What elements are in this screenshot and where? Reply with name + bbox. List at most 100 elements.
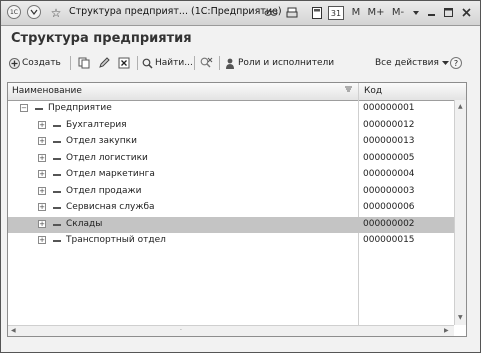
table-row[interactable]: + Отдел маркетинга 000000004 [8,167,454,183]
memory-plus-button[interactable]: M+ [367,5,385,20]
copy-button[interactable] [78,53,90,73]
memory-minus-button[interactable]: M- [390,5,406,20]
horizontal-scrollbar[interactable]: ◀ · ▶ [8,325,454,336]
row-code: 000000013 [363,136,415,146]
minimize-icon[interactable] [425,5,437,20]
calculator-icon[interactable] [310,5,324,20]
table-row[interactable]: + Отдел закупки 000000013 [8,134,454,150]
edit-button[interactable] [98,53,110,73]
vertical-scrollbar[interactable]: ▲ ▼ [454,100,466,325]
row-code: 000000003 [363,185,415,196]
group-item-icon [53,223,61,226]
scroll-up-icon[interactable]: ▲ [458,103,463,110]
table-row[interactable]: + Бухгалтерия 000000012 [8,118,454,134]
toolbar-divider [137,56,138,70]
table-row[interactable]: + Сервисная служба 000000006 [8,200,454,216]
roles-button[interactable]: Роли и исполнители [225,53,334,73]
link-icon[interactable] [263,5,279,20]
row-name: Предприятие [48,103,112,113]
group-item-icon [53,124,61,127]
scroll-down-icon[interactable]: ▼ [458,314,463,321]
table-row[interactable]: + Склады 000000002 [8,216,454,233]
pencil-icon [98,57,110,69]
group-item-icon [53,141,61,143]
row-code: 000000012 [363,119,415,130]
user-icon [225,58,235,69]
calendar-icon[interactable]: 31 [328,6,344,20]
all-actions-menu[interactable]: Все действия [375,53,449,73]
create-button-label: Создать [22,58,61,68]
row-name: Транспортный отдел [66,235,166,245]
column-header-name[interactable]: Наименование [12,86,82,96]
row-name: Бухгалтерия [66,119,127,130]
toolbar-divider [70,56,71,70]
expand-toggle-icon[interactable]: + [38,170,46,178]
scroll-left-icon[interactable]: ◀ [11,327,16,334]
scroll-right-icon[interactable]: ▶ [444,327,449,334]
find-button[interactable]: Найти... [142,53,193,73]
chevron-down-icon [441,60,449,66]
expand-toggle-icon[interactable]: + [38,203,46,211]
row-code: 000000004 [363,169,415,179]
structure-table: Наименование Код − Предприятие 000000001 + Б… [7,82,467,337]
column-header-code[interactable]: Код [364,86,382,96]
roles-button-label: Роли и исполнители [238,58,335,68]
group-item-icon [53,174,61,176]
group-item-icon [53,207,61,209]
delete-mark-icon [118,57,130,69]
expand-toggle-icon[interactable]: + [38,236,46,244]
window-title: Структура предприят... (1С:Предприятие) [69,6,282,17]
more-dropdown-icon[interactable] [411,5,421,20]
title-bar: 1С ☆ Структура предприят... (1С:Предприя… [1,1,480,26]
page-title: Структура предприятия [11,31,192,46]
all-actions-label: Все действия [375,58,439,68]
group-item-icon [35,108,43,110]
maximize-icon[interactable] [442,5,454,20]
memory-button[interactable]: M [350,5,362,20]
row-code: 000000001 [363,103,415,113]
row-name: Отдел закупки [66,136,137,146]
row-name: Отдел логистики [66,152,148,163]
table-row[interactable]: + Транспортный отдел 000000015 [8,233,454,249]
window-menu-icon[interactable] [27,5,41,19]
add-icon [9,57,20,69]
search-icon [142,58,153,69]
expand-toggle-icon[interactable]: + [38,186,46,195]
cancel-search-button[interactable] [200,53,213,73]
row-name: Сервисная служба [66,202,155,212]
collapse-toggle-icon[interactable]: − [20,104,28,112]
print-icon[interactable] [285,5,299,20]
scroll-thumb-grip[interactable]: · [180,327,182,334]
row-name: Отдел маркетинга [66,169,155,179]
app-menu-icon[interactable]: 1С [7,5,21,19]
help-icon: ? [450,57,462,69]
copy-icon [78,57,90,69]
row-code: 000000015 [363,235,415,245]
toolbar: Создать Найти... Роли и исполнители Все … [7,53,476,73]
delete-button[interactable] [118,53,130,73]
find-button-label: Найти... [155,58,193,68]
expand-toggle-icon[interactable]: + [38,153,46,162]
table-row[interactable]: + Отдел продажи 000000003 [8,184,454,200]
app-window: 1С ☆ Структура предприят... (1С:Предприя… [0,0,481,353]
expand-toggle-icon[interactable]: + [38,120,46,129]
table-row[interactable]: + Отдел логистики 000000005 [8,151,454,167]
row-code: 000000005 [363,152,415,163]
row-name: Отдел продажи [66,185,142,196]
group-item-icon [53,157,61,160]
search-cancel-icon [200,57,213,69]
row-code: 000000006 [363,202,415,212]
group-item-icon [53,190,61,193]
close-icon[interactable] [460,5,472,20]
create-button[interactable]: Создать [9,53,61,73]
group-item-icon [53,240,61,242]
row-name: Склады [66,218,103,229]
favorite-star-icon[interactable]: ☆ [49,5,63,20]
sort-icon[interactable] [344,85,353,96]
table-header: Наименование Код [8,83,466,101]
table-row[interactable]: − Предприятие 000000001 [8,101,454,117]
expand-toggle-icon[interactable]: + [38,219,46,228]
help-button[interactable]: ? [450,53,462,73]
toolbar-divider [194,56,195,70]
expand-toggle-icon[interactable]: + [38,137,46,145]
